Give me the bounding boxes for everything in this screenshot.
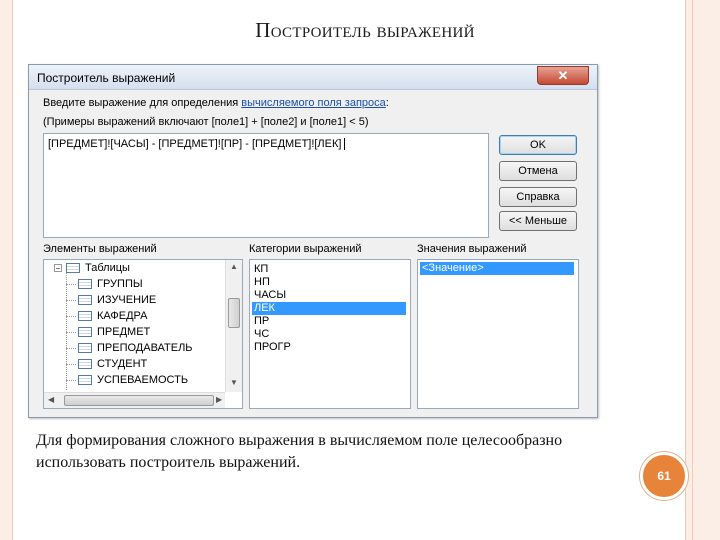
tree-item-label: ГРУППЫ [97,278,143,290]
prompt-text: Введите выражение для определения [43,97,242,109]
prompt-colon: : [385,97,389,109]
ok-button[interactable]: OK [499,135,577,155]
scrollbar-thumb[interactable] [64,395,214,406]
tree-item[interactable]: СТУДЕНТ [66,356,148,372]
list-item[interactable]: ПР [252,315,269,328]
tree-item[interactable]: ПРЕДМЕТ [66,324,151,340]
vertical-scrollbar[interactable]: ▲ ▼ [225,260,242,392]
less-button[interactable]: << Меньше [499,211,577,231]
scroll-right-icon[interactable]: ▶ [216,395,222,404]
text-caret [344,138,346,151]
dialog-titlebar[interactable]: Построитель выражений ✕ [29,65,597,90]
tree-item[interactable]: КАФЕДРА [66,308,148,324]
values-label: Значения выражений [417,243,527,255]
close-icon: ✕ [557,68,569,83]
tree-connector [66,364,76,365]
list-item-selected[interactable]: <Значение> [420,262,574,275]
table-icon [78,375,92,386]
table-icon [78,295,92,306]
list-item-selected[interactable]: ЛЕК [252,302,406,315]
table-icon [78,279,92,290]
tree-item[interactable]: ГРУППЫ [66,276,143,292]
list-item[interactable]: ПРОГР [252,341,291,354]
tree-item-label: ПРЕДМЕТ [97,326,151,338]
tree-item-label: КАФЕДРА [97,310,148,322]
expression-categories-list[interactable]: КП НП ЧАСЫ ЛЕК ПР ЧС ПРОГР [249,259,411,409]
scroll-left-icon[interactable]: ◀ [48,395,54,404]
cancel-button[interactable]: Отмена [499,161,577,181]
expression-prompt: Введите выражение для определения вычисл… [43,97,389,109]
scroll-up-icon[interactable]: ▲ [230,262,238,271]
expression-input[interactable]: [ПРЕДМЕТ]![ЧАСЫ] - [ПРЕДМЕТ]![ПР] - [ПРЕ… [43,133,489,238]
tree-connector [66,380,76,381]
list-item[interactable]: КП [252,263,268,276]
tree-connector [66,284,76,285]
tree-connector [66,332,76,333]
tree-connector [66,348,76,349]
tree-connector [66,316,76,317]
elements-label: Элементы выражений [43,243,157,255]
table-icon [66,263,80,274]
list-item[interactable]: НП [252,276,270,289]
tree-item-label: УСПЕВАЕМОСТЬ [97,374,189,386]
close-button[interactable]: ✕ [537,66,589,85]
slide-left-border [0,0,13,540]
tree-item[interactable]: ПРЕПОДАВАТЕЛЬ [66,340,193,356]
expression-value: [ПРЕДМЕТ]![ЧАСЫ] - [ПРЕДМЕТ]![ПР] - [ПРЕ… [48,138,342,150]
table-icon [78,343,92,354]
list-item[interactable]: ЧАСЫ [252,289,286,302]
tree-item-label: СТУДЕНТ [97,358,148,370]
tree-item-label: ПРЕПОДАВАТЕЛЬ [97,342,193,354]
dialog-title: Построитель выражений [37,71,176,85]
slide-title: Построитель выражений [255,18,475,42]
collapse-icon[interactable]: − [54,264,62,273]
tree-guide-line [66,272,67,390]
expression-elements-tree[interactable]: − Таблицы ГРУППЫ ИЗУЧЕНИЕ КАФЕДРА ПРЕДМЕТ… [43,259,243,409]
slide-right-border [685,0,720,540]
scroll-down-icon[interactable]: ▼ [230,378,238,387]
tree-item-tables[interactable]: − Таблицы [54,260,130,276]
tree-item[interactable]: УСПЕВАЕМОСТЬ [66,372,189,388]
tree-root-label: Таблицы [85,262,130,274]
page-number-badge: 61 [640,452,688,500]
table-icon [78,311,92,322]
scrollbar-thumb[interactable] [228,298,240,328]
table-icon [78,359,92,370]
tree-item[interactable]: ИЗУЧЕНИЕ [66,292,157,308]
expression-values-list[interactable]: <Значение> [417,259,579,409]
tree-item-label: ИЗУЧЕНИЕ [97,294,157,306]
list-item[interactable]: ЧС [252,328,269,341]
categories-label: Категории выражений [249,243,362,255]
horizontal-scrollbar[interactable]: ◀ ▶ [44,392,225,408]
tree-connector [66,300,76,301]
help-button[interactable]: Справка [499,187,577,207]
calculated-field-link[interactable]: вычисляемого поля запроса [241,97,385,109]
expression-builder-dialog: Построитель выражений ✕ Введите выражени… [28,64,598,418]
table-icon [78,327,92,338]
examples-text: (Примеры выражений включают [поле1] + [п… [43,116,369,128]
slide-caption: Для формирования сложного выражения в вы… [36,432,563,471]
slide-right-border-line [692,0,693,540]
